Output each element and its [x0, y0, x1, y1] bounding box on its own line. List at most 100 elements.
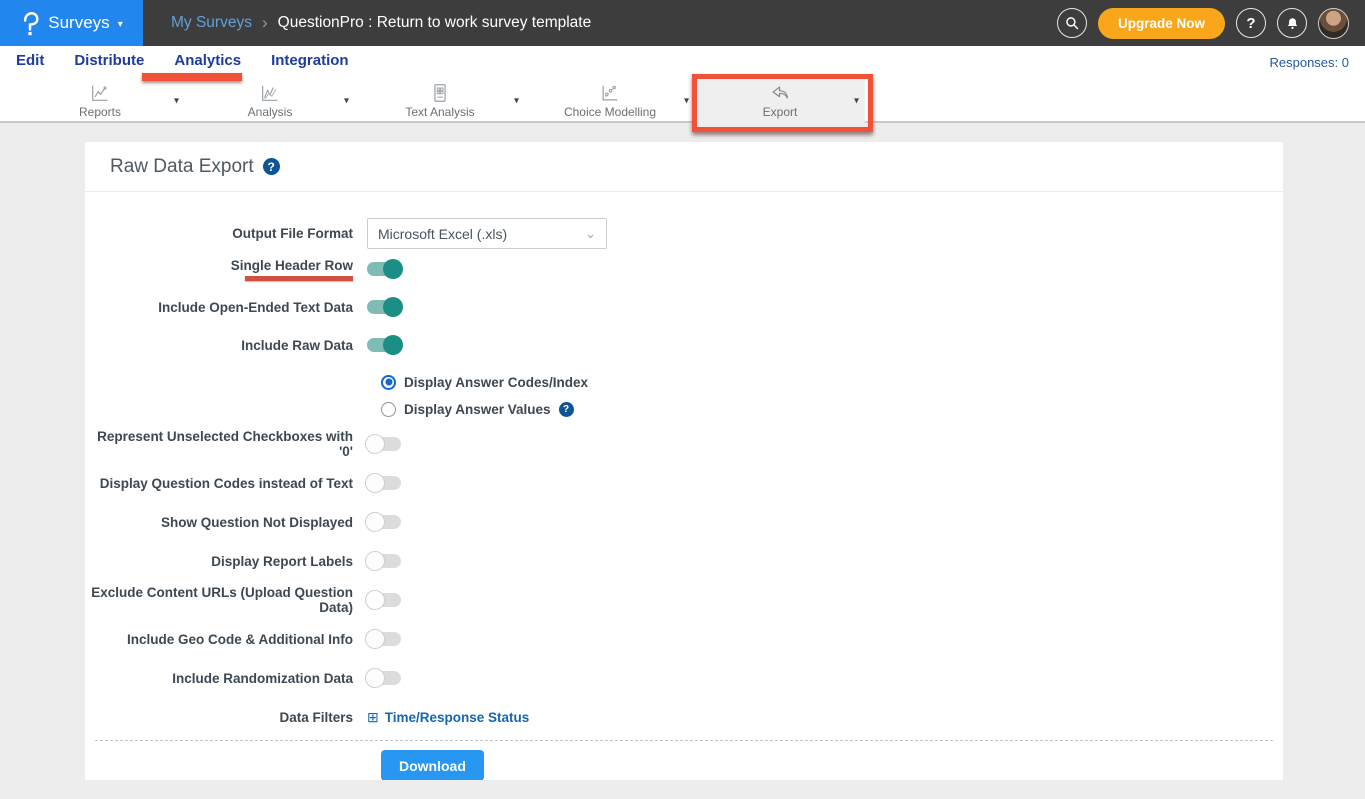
- geo-code-row: Include Geo Code & Additional Info: [85, 629, 1283, 649]
- export-arrow-icon: [769, 82, 791, 104]
- exclude-content-urls-toggle[interactable]: [367, 593, 401, 607]
- choice-modelling-dropdown-caret[interactable]: ▾: [684, 95, 689, 106]
- product-menu-label: Surveys: [48, 13, 109, 33]
- toolbar-text-analysis[interactable]: Text Analysis ▾: [355, 78, 525, 123]
- time-response-status-label: Time/Response Status: [385, 710, 530, 725]
- line-chart-icon: [89, 82, 111, 104]
- toggle-knob: [365, 629, 385, 649]
- output-format-select[interactable]: Microsoft Excel (.xls) ⌄: [367, 218, 607, 249]
- chevron-down-icon: ▾: [118, 19, 123, 30]
- raw-data-row: Include Raw Data: [85, 335, 1283, 355]
- field-label: Display Report Labels: [85, 554, 367, 569]
- reports-dropdown-caret[interactable]: ▾: [174, 95, 179, 106]
- scatter-chart-icon: [599, 82, 621, 104]
- search-icon: [1064, 15, 1080, 31]
- randomization-data-toggle[interactable]: [367, 671, 401, 685]
- question-not-displayed-toggle[interactable]: [367, 515, 401, 529]
- tab-distribute[interactable]: Distribute: [74, 46, 144, 78]
- answer-display-radio-group: Display Answer Codes/Index Display Answe…: [381, 372, 1283, 419]
- single-header-row: Single Header Row: [85, 259, 1283, 279]
- panel-help-icon[interactable]: ?: [263, 158, 280, 175]
- toggle-knob: [365, 473, 385, 493]
- question-mark-icon: ?: [1246, 15, 1255, 32]
- page-title: QuestionPro : Return to work survey temp…: [278, 14, 592, 32]
- toolbar-analysis[interactable]: Analysis ▾: [185, 78, 355, 123]
- top-header: Surveys ▾ My Surveys › QuestionPro : Ret…: [0, 0, 1365, 46]
- toggle-knob: [365, 551, 385, 571]
- field-label: Display Question Codes instead of Text: [85, 476, 367, 491]
- answer-codes-radio-option[interactable]: Display Answer Codes/Index: [381, 372, 1283, 392]
- chevron-down-icon: ⌄: [585, 226, 596, 242]
- analytics-toolbar: Reports ▾ Analysis ▾ Text Analysis ▾ Cho…: [0, 78, 1365, 123]
- download-row: Download: [381, 750, 1283, 780]
- data-filters-row: Data Filters ⊞ Time/Response Status: [85, 707, 1283, 727]
- raw-data-export-panel: Raw Data Export ? Output File Format Mic…: [85, 142, 1283, 780]
- header-actions: Upgrade Now ?: [1057, 8, 1365, 39]
- toolbar-analysis-label: Analysis: [248, 105, 293, 119]
- toggle-knob: [383, 297, 403, 317]
- geo-code-toggle[interactable]: [367, 632, 401, 646]
- toggle-knob: [383, 335, 403, 355]
- toolbar-choice-modelling[interactable]: Choice Modelling ▾: [525, 78, 695, 123]
- answer-values-help-icon[interactable]: ?: [559, 402, 574, 417]
- field-label: Exclude Content URLs (Upload Question Da…: [85, 585, 367, 615]
- answer-values-radio-option[interactable]: Display Answer Values ?: [381, 399, 1283, 419]
- multi-line-chart-icon: [259, 82, 281, 104]
- download-button[interactable]: Download: [381, 750, 484, 780]
- upgrade-now-button[interactable]: Upgrade Now: [1098, 8, 1225, 39]
- radio-unselected-icon: [381, 402, 396, 417]
- field-label: Show Question Not Displayed: [85, 515, 367, 530]
- include-raw-data-toggle[interactable]: [367, 338, 401, 352]
- survey-tab-bar: Edit Distribute Analytics Integration Re…: [0, 46, 1365, 78]
- unselected-checkboxes-toggle[interactable]: [367, 437, 401, 451]
- radio-label: Display Answer Codes/Index: [404, 375, 588, 390]
- dashed-divider: [95, 740, 1273, 741]
- notifications-button[interactable]: [1277, 8, 1307, 38]
- toggle-knob: [365, 590, 385, 610]
- field-label: Include Open-Ended Text Data: [85, 300, 367, 315]
- panel-header: Raw Data Export ?: [85, 142, 1283, 192]
- question-codes-row: Display Question Codes instead of Text: [85, 473, 1283, 493]
- product-menu[interactable]: Surveys ▾: [0, 0, 143, 46]
- question-codes-toggle[interactable]: [367, 476, 401, 490]
- bell-icon: [1285, 16, 1300, 31]
- panel-title: Raw Data Export: [110, 156, 254, 178]
- field-label: Include Raw Data: [85, 338, 367, 353]
- tab-integration[interactable]: Integration: [271, 46, 349, 78]
- output-format-row: Output File Format Microsoft Excel (.xls…: [85, 218, 1283, 249]
- document-grid-icon: [429, 82, 451, 104]
- field-label: Include Geo Code & Additional Info: [85, 632, 367, 647]
- help-button[interactable]: ?: [1236, 8, 1266, 38]
- exclude-content-urls-row: Exclude Content URLs (Upload Question Da…: [85, 590, 1283, 610]
- toggle-knob: [365, 668, 385, 688]
- toolbar-reports-label: Reports: [79, 105, 121, 119]
- open-ended-row: Include Open-Ended Text Data: [85, 297, 1283, 317]
- tab-edit[interactable]: Edit: [16, 46, 44, 78]
- responses-count: Responses: 0: [1270, 55, 1350, 70]
- page-background: Raw Data Export ? Output File Format Mic…: [0, 123, 1365, 799]
- toolbar-export-label: Export: [763, 105, 798, 119]
- breadcrumb-separator-icon: ›: [262, 13, 268, 33]
- search-button[interactable]: [1057, 8, 1087, 38]
- include-open-ended-toggle[interactable]: [367, 300, 401, 314]
- toolbar-export[interactable]: Export ▾: [695, 78, 865, 123]
- text-analysis-dropdown-caret[interactable]: ▾: [514, 95, 519, 106]
- unselected-checkboxes-row: Represent Unselected Checkboxes with '0': [85, 434, 1283, 454]
- toolbar-reports[interactable]: Reports ▾: [15, 78, 185, 123]
- field-label: Represent Unselected Checkboxes with '0': [85, 429, 367, 459]
- radio-selected-icon: [381, 375, 396, 390]
- user-avatar[interactable]: [1318, 8, 1349, 39]
- time-response-status-link[interactable]: ⊞ Time/Response Status: [367, 709, 529, 726]
- report-labels-row: Display Report Labels: [85, 551, 1283, 571]
- field-label: Data Filters: [85, 710, 367, 725]
- randomization-data-row: Include Randomization Data: [85, 668, 1283, 688]
- analysis-dropdown-caret[interactable]: ▾: [344, 95, 349, 106]
- question-not-displayed-row: Show Question Not Displayed: [85, 512, 1283, 532]
- field-label: Output File Format: [85, 226, 367, 241]
- toggle-knob: [365, 512, 385, 532]
- single-header-row-toggle[interactable]: [367, 262, 401, 276]
- breadcrumb-my-surveys[interactable]: My Surveys: [171, 14, 252, 32]
- export-dropdown-caret[interactable]: ▾: [854, 95, 859, 106]
- report-labels-toggle[interactable]: [367, 554, 401, 568]
- tab-analytics[interactable]: Analytics: [174, 46, 241, 78]
